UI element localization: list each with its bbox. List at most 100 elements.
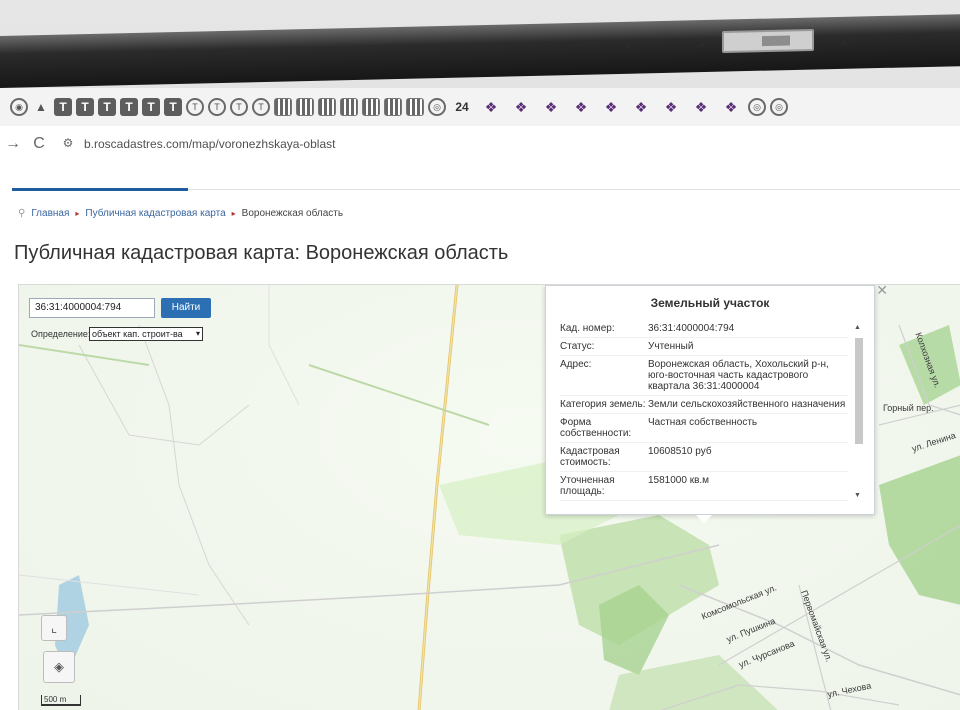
popup-row: Форма собственности: Частная собственност… [560, 414, 848, 443]
bookmark-icon[interactable]: ❖ [478, 98, 504, 116]
breadcrumb: ⚲ Главная ▸ Публичная кадастровая карта … [18, 208, 343, 219]
cadastral-map[interactable]: 36:31:4000004:794 Найти Определение: объ… [18, 284, 960, 710]
find-button[interactable]: Найти [161, 298, 211, 318]
bookmark-icon[interactable]: ◎ [748, 98, 766, 116]
road-label: Горный пер. [883, 403, 934, 413]
forward-button[interactable]: → [0, 135, 26, 153]
bookmark-icon[interactable]: ❖ [688, 98, 714, 116]
bookmark-icon[interactable]: 24 [450, 98, 474, 116]
webcam-lens [762, 35, 790, 47]
definition-select-value: объект кап. строит-ва [92, 329, 183, 339]
popup-row-key: Категория земель: [560, 399, 646, 410]
monitor-bezel [0, 14, 960, 88]
bookmark-icon[interactable] [406, 98, 424, 116]
scroll-down-icon[interactable]: ▼ [854, 492, 861, 499]
popup-row-value: Частная собственность [648, 417, 758, 428]
popup-row: Адрес: Воронежская область, Хохольский р-… [560, 356, 848, 396]
popup-row-value: 1581000 кв.м [648, 475, 710, 486]
url-field[interactable]: b.roscadastres.com/map/voronezhskaya-obl… [84, 137, 335, 151]
bookmark-icon[interactable] [340, 98, 358, 116]
bookmark-icon[interactable]: T [120, 98, 138, 116]
bookmark-icon[interactable]: T [164, 98, 182, 116]
popup-title: Земельный участок [650, 296, 770, 310]
bookmark-icon[interactable] [362, 98, 380, 116]
bookmark-icon[interactable] [274, 98, 292, 116]
popup-row: Кад. номер: 36:31:4000004:794 [560, 320, 848, 338]
map-scale: 500 m [41, 695, 81, 706]
measure-tool-button[interactable]: ⌞ [41, 615, 67, 641]
popup-row-key: Кадастровая стоимость: [560, 446, 620, 468]
bookmarks-bar: ◉ ▲ T T T T T T T T T T ◎ 24 ❖ ❖ ❖ ❖ ❖ ❖ ❖ ❖ ❖ ◎ ◎ [0, 88, 960, 126]
bookmark-icon[interactable]: ▲ [32, 98, 50, 116]
bezel-indicator [700, 42, 705, 47]
bookmark-icon[interactable] [296, 98, 314, 116]
popup-row-key: Уточненная площадь: [560, 475, 615, 497]
site-settings-icon[interactable]: ⚙ [60, 136, 76, 152]
bookmark-icon[interactable]: ❖ [718, 98, 744, 116]
chevron-down-icon: ▾ [195, 329, 200, 338]
bezel-indicator [842, 40, 847, 45]
reload-button[interactable]: C [26, 135, 52, 153]
ruler-icon: ⌞ [50, 620, 58, 635]
close-icon[interactable]: ✕ [876, 285, 888, 299]
webcam-cover [722, 28, 814, 54]
popup-scrollbar[interactable]: ▲ ▼ [854, 324, 864, 504]
parcel-info-popup: ✕ Земельный участок Кад. номер: 36:31:400… [545, 285, 888, 523]
bookmark-icon[interactable]: ❖ [598, 98, 624, 116]
bookmark-icon[interactable]: ❖ [538, 98, 564, 116]
bookmark-icon[interactable]: T [186, 98, 204, 116]
popup-pointer [696, 515, 712, 523]
popup-row: Кадастровая стоимость: 10608510 руб [560, 443, 848, 472]
popup-row-key: Кад. номер: [560, 323, 615, 334]
popup-row: Уточненная площадь: 1581000 кв.м [560, 472, 848, 501]
popup-row-value: Учтенный [648, 341, 694, 352]
popup-row-value: 10608510 руб [648, 446, 712, 457]
browser-screen: ◉ ▲ T T T T T T T T T T ◎ 24 ❖ ❖ ❖ ❖ ❖ ❖ ❖ ❖ ❖ ◎ ◎ → C ⚙ b.rosca… [0, 88, 960, 710]
page-title: Публичная кадастровая карта: Воронежская… [14, 242, 509, 264]
bookmark-icon[interactable]: T [208, 98, 226, 116]
bezel-indicator [626, 44, 631, 49]
breadcrumb-current: Воронежская область [241, 208, 344, 219]
definition-label: Определение: [31, 329, 91, 339]
photo-stage: ◉ ▲ T T T T T T T T T T ◎ 24 ❖ ❖ ❖ ❖ ❖ ❖ ❖ ❖ ❖ ◎ ◎ → C ⚙ b.rosca… [0, 0, 960, 710]
bookmark-icon[interactable]: ❖ [628, 98, 654, 116]
bookmark-icon[interactable]: ◉ [10, 98, 28, 116]
popup-row-key: Статус: [560, 341, 595, 352]
breadcrumb-home[interactable]: Главная [31, 208, 69, 219]
popup-row-key: Адрес: [560, 359, 592, 370]
location-pin-icon: ⚲ [18, 208, 26, 219]
popup-row-value: Воронежская область, Хохольский р-н, юго… [648, 359, 829, 392]
cadastral-search-input[interactable]: 36:31:4000004:794 [29, 298, 155, 318]
bookmark-icon[interactable]: ◎ [428, 98, 446, 116]
scroll-thumb[interactable] [855, 338, 863, 444]
breadcrumb-separator-icon: ▸ [75, 209, 80, 218]
layers-icon: ◈ [54, 659, 64, 674]
bookmark-icon[interactable]: T [252, 98, 270, 116]
layers-button[interactable]: ◈ [43, 651, 75, 683]
breadcrumb-map[interactable]: Публичная кадастровая карта [85, 208, 225, 219]
definition-select[interactable]: объект кап. строит-ва ▾ [89, 327, 203, 341]
bookmark-icon[interactable]: T [142, 98, 160, 116]
address-bar: → C ⚙ b.roscadastres.com/map/voronezhska… [0, 126, 960, 162]
bookmark-icon[interactable]: T [98, 98, 116, 116]
bookmark-icon[interactable]: ❖ [658, 98, 684, 116]
bookmark-icon[interactable]: T [54, 98, 72, 116]
bookmark-icon[interactable] [384, 98, 402, 116]
popup-row-key: Форма собственности: [560, 417, 632, 439]
breadcrumb-separator-icon: ▸ [231, 209, 236, 218]
popup-row-value: Земли сельскохозяйственного назначения [648, 399, 846, 410]
loading-bar [12, 188, 188, 191]
popup-row: Статус: Учтенный [560, 338, 848, 356]
bookmark-icon[interactable] [318, 98, 336, 116]
page-content: ⚲ Главная ▸ Публичная кадастровая карта … [0, 162, 960, 710]
header-divider [188, 189, 960, 190]
bookmark-icon[interactable]: ◎ [770, 98, 788, 116]
popup-row: Категория земель: Земли сельскохозяйствен… [560, 396, 848, 414]
bookmark-icon[interactable]: ❖ [508, 98, 534, 116]
bookmark-icon[interactable]: ❖ [568, 98, 594, 116]
scroll-up-icon[interactable]: ▲ [854, 324, 861, 331]
popup-attribute-table: Кад. номер: 36:31:4000004:794 Статус: Учтен… [560, 320, 848, 501]
popup-row-value: 36:31:4000004:794 [648, 323, 735, 334]
bookmark-icon[interactable]: T [230, 98, 248, 116]
bookmark-icon[interactable]: T [76, 98, 94, 116]
